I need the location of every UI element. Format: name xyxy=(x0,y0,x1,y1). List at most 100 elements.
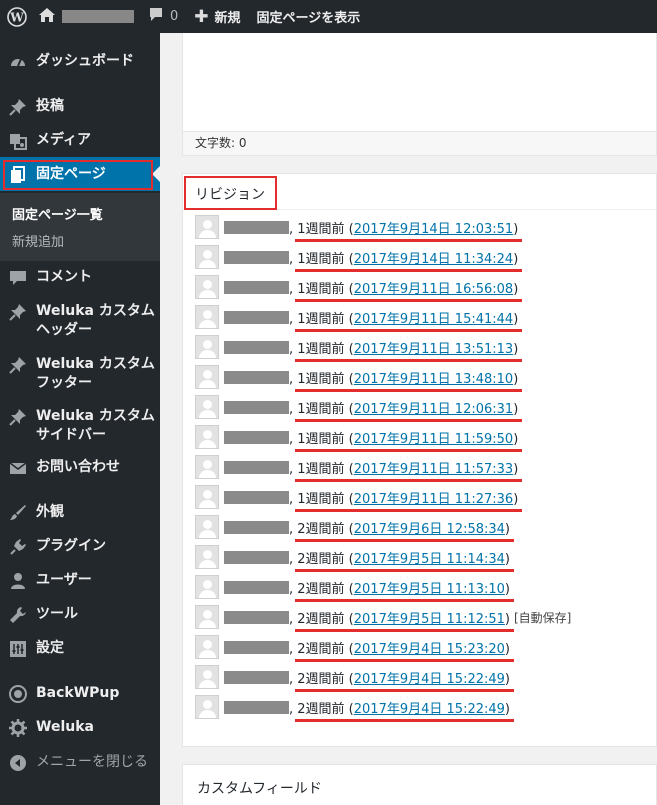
avatar xyxy=(195,455,219,479)
red-underline-annotation xyxy=(295,478,523,482)
menu-backwpup[interactable]: BackWPup xyxy=(0,684,160,703)
revision-row: , 2週間前 (2017年9月5日 11:12:51) [自動保存] xyxy=(195,605,571,632)
revision-row: , 1週間前 (2017年9月14日 11:34:24) xyxy=(195,245,523,272)
revision-ago: 2週間前 xyxy=(297,581,345,597)
revision-row: , 1週間前 (2017年9月11日 13:48:10) xyxy=(195,365,523,392)
menu-plugins[interactable]: プラグイン xyxy=(0,537,160,556)
collapse-menu-button[interactable]: メニューを閉じる xyxy=(0,753,160,772)
menu-media[interactable]: メディア xyxy=(0,131,160,150)
revision-date-link[interactable]: 2017年9月4日 15:22:49 xyxy=(354,672,505,687)
new-content-link[interactable]: ✚ 新規 xyxy=(184,0,246,33)
revision-date-link[interactable]: 2017年9月11日 13:51:13 xyxy=(354,342,513,357)
submenu-pages-all[interactable]: 固定ページ一覧 xyxy=(12,204,103,223)
paren-close: ) xyxy=(513,431,519,447)
menu-weluka[interactable]: Weluka xyxy=(0,718,160,737)
home-icon xyxy=(38,7,56,27)
revision-date-link[interactable]: 2017年9月11日 11:57:33 xyxy=(354,462,513,477)
paren-open: ( xyxy=(344,491,354,507)
revision-row: , 1週間前 (2017年9月11日 11:57:33) xyxy=(195,455,523,482)
view-page-link[interactable]: 固定ページを表示 xyxy=(247,0,367,33)
gear-icon xyxy=(0,718,36,737)
menu-custom-sidebar[interactable]: Weluka カスタムサイドバー xyxy=(0,407,160,445)
menu-custom-header[interactable]: Weluka カスタムヘッダー xyxy=(0,302,160,340)
admin-bar: W 0 ✚ 新規 固定ページを表示 xyxy=(0,0,657,33)
revision-date-link[interactable]: 2017年9月6日 12:58:34 xyxy=(354,522,505,537)
revision-date-link[interactable]: 2017年9月11日 15:41:44 xyxy=(354,312,513,327)
media-icon xyxy=(0,131,36,150)
highlight-pages-menu xyxy=(3,160,153,190)
revision-date-link[interactable]: 2017年9月4日 15:22:49 xyxy=(354,702,505,717)
menu-posts[interactable]: 投稿 xyxy=(0,97,160,116)
paren-close: ) xyxy=(513,461,519,477)
paren-open: ( xyxy=(344,641,354,657)
paren-close: ) xyxy=(504,581,510,597)
paren-close: ) xyxy=(513,371,519,387)
avatar xyxy=(195,395,219,419)
red-underline-annotation xyxy=(295,328,523,332)
current-menu-arrow xyxy=(152,166,160,182)
revision-date-link[interactable]: 2017年9月14日 11:34:24 xyxy=(354,252,513,267)
red-underline-annotation xyxy=(295,508,523,512)
paintbrush-icon xyxy=(0,503,36,522)
paren-close: ) xyxy=(504,671,510,687)
revision-date-link[interactable]: 2017年9月11日 13:48:10 xyxy=(354,372,513,387)
menu-dashboard[interactable]: ダッシュボード xyxy=(0,52,160,71)
revision-date-link[interactable]: 2017年9月11日 16:56:08 xyxy=(354,282,513,297)
revision-ago: 1週間前 xyxy=(297,311,345,327)
revision-date-link[interactable]: 2017年9月5日 11:14:34 xyxy=(354,552,505,567)
wordpress-logo-icon[interactable]: W xyxy=(0,0,34,33)
pushpin-icon xyxy=(0,407,36,426)
submenu-pages-new[interactable]: 新規追加 xyxy=(12,231,64,250)
revision-text: , 2週間前 (2017年9月5日 11:12:51) xyxy=(289,608,514,632)
menu-contact[interactable]: お問い合わせ xyxy=(0,458,160,477)
avatar xyxy=(195,635,219,659)
author-name-redacted xyxy=(224,520,289,534)
menu-comments[interactable]: コメント xyxy=(0,268,160,287)
comment-count: 0 xyxy=(170,9,179,24)
custom-fields-title[interactable]: カスタムフィールド xyxy=(197,778,322,798)
revision-date-link[interactable]: 2017年9月11日 11:59:50 xyxy=(354,432,513,447)
author-name-redacted xyxy=(224,280,289,294)
revision-text: , 2週間前 (2017年9月6日 12:58:34) xyxy=(289,518,514,542)
paren-open: ( xyxy=(344,401,354,417)
revision-date-link[interactable]: 2017年9月14日 12:03:51 xyxy=(354,222,513,237)
paren-close: ) xyxy=(513,491,519,507)
revision-date-link[interactable]: 2017年9月11日 11:27:36 xyxy=(354,492,513,507)
revision-ago: 1週間前 xyxy=(297,251,345,267)
author-name-redacted xyxy=(224,220,289,234)
revision-date-link[interactable]: 2017年9月5日 11:13:10 xyxy=(354,582,505,597)
site-name-link[interactable] xyxy=(34,0,140,33)
revision-row: , 1週間前 (2017年9月11日 12:06:31) xyxy=(195,395,523,422)
comments-link[interactable]: 0 xyxy=(140,0,184,33)
author-name-redacted xyxy=(224,370,289,384)
avatar xyxy=(195,305,219,329)
paren-open: ( xyxy=(344,371,354,387)
revision-text: , 2週間前 (2017年9月5日 11:13:10) xyxy=(289,578,514,602)
revision-date-link[interactable]: 2017年9月5日 11:12:51 xyxy=(354,612,505,627)
revision-row: , 1週間前 (2017年9月11日 11:59:50) xyxy=(195,425,523,452)
red-underline-annotation xyxy=(295,538,514,542)
revision-text: , 1週間前 (2017年9月11日 16:56:08) xyxy=(289,278,523,302)
menu-settings[interactable]: 設定 xyxy=(0,639,160,658)
paren-open: ( xyxy=(344,521,354,537)
menu-tools[interactable]: ツール xyxy=(0,605,160,624)
plug-icon xyxy=(0,537,36,556)
revision-date-link[interactable]: 2017年9月4日 15:23:20 xyxy=(354,642,505,657)
red-underline-annotation xyxy=(295,418,523,422)
avatar xyxy=(195,365,219,389)
paren-close: ) xyxy=(504,611,510,627)
menu-users[interactable]: ユーザー xyxy=(0,571,160,590)
revision-text: , 1週間前 (2017年9月11日 11:57:33) xyxy=(289,458,523,482)
avatar xyxy=(195,275,219,299)
revision-ago: 2週間前 xyxy=(297,701,345,717)
revision-ago: 1週間前 xyxy=(297,491,345,507)
paren-close: ) xyxy=(513,401,519,417)
comment-icon xyxy=(148,7,164,26)
menu-appearance[interactable]: 外観 xyxy=(0,503,160,522)
menu-custom-footer[interactable]: Weluka カスタムフッター xyxy=(0,355,160,393)
red-underline-annotation xyxy=(295,598,514,602)
revision-row: , 2週間前 (2017年9月4日 15:23:20) xyxy=(195,635,514,662)
svg-text:W: W xyxy=(9,10,24,24)
revision-date-link[interactable]: 2017年9月11日 12:06:31 xyxy=(354,402,513,417)
avatar xyxy=(195,335,219,359)
